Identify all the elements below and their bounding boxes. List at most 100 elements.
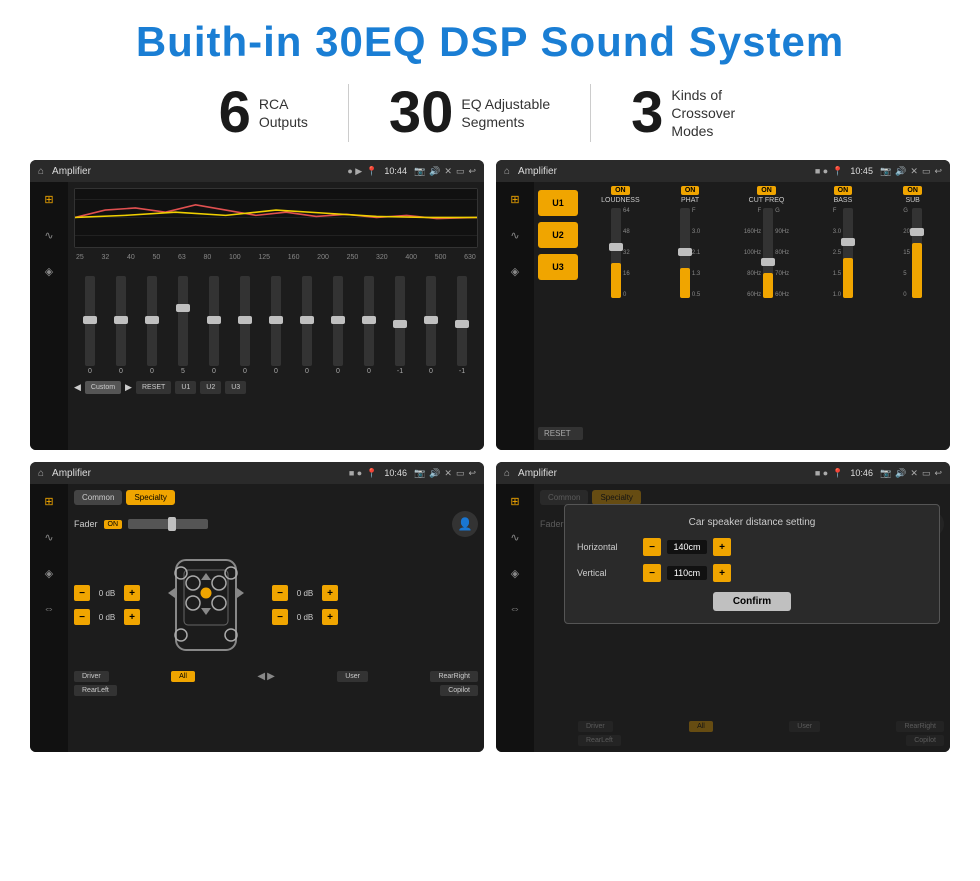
xover-sidebar-speaker-icon[interactable]: ◈ bbox=[504, 260, 526, 282]
fader-left-bot-plus[interactable]: + bbox=[124, 609, 140, 625]
eq-sidebar-eq-icon[interactable]: ⊞ bbox=[38, 188, 60, 210]
fader-rearleft-btn[interactable]: RearLeft bbox=[74, 685, 117, 696]
confirm-button[interactable]: Confirm bbox=[713, 592, 791, 611]
xover-u3-btn[interactable]: U3 bbox=[538, 254, 578, 280]
eq-u3-btn[interactable]: U3 bbox=[225, 381, 246, 394]
dist-bottom-bg: Driver All User RearRight RearLeft Copil… bbox=[572, 709, 950, 752]
eq-home-icon[interactable]: ⌂ bbox=[38, 166, 44, 177]
eq-u1-btn[interactable]: U1 bbox=[175, 381, 196, 394]
dist-sidebar-eq-icon[interactable]: ⊞ bbox=[504, 490, 526, 512]
fader-left-bot-minus[interactable]: − bbox=[74, 609, 90, 625]
xover-u2-btn[interactable]: U2 bbox=[538, 222, 578, 248]
fader-all-btn[interactable]: All bbox=[171, 671, 195, 682]
fader-sidebar-arrows-icon[interactable]: ⇔ bbox=[38, 598, 60, 620]
fader-left-top-minus[interactable]: − bbox=[74, 585, 90, 601]
dist-bg-user-btn: User bbox=[789, 721, 820, 732]
fader-sidebar: ⊞ ∿ ◈ ⇔ bbox=[30, 484, 68, 752]
fader-user-btn[interactable]: User bbox=[337, 671, 368, 682]
eq-back-icon[interactable]: ↩ bbox=[468, 166, 476, 177]
eq-slider-11[interactable]: -1 bbox=[395, 276, 405, 375]
dist-horizontal-plus[interactable]: + bbox=[713, 538, 731, 556]
xover-u1-btn[interactable]: U1 bbox=[538, 190, 578, 216]
fader-right-top-plus[interactable]: + bbox=[322, 585, 338, 601]
xover-sidebar-eq-icon[interactable]: ⊞ bbox=[504, 188, 526, 210]
fader-tab-specialty[interactable]: Specialty bbox=[126, 490, 174, 505]
dist-sidebar-speaker-icon[interactable]: ◈ bbox=[504, 562, 526, 584]
eq-slider-1[interactable]: 0 bbox=[85, 276, 95, 375]
eq-prev-btn[interactable]: ◀ bbox=[74, 382, 81, 393]
dist-sidebar-arrows-icon[interactable]: ⇔ bbox=[504, 598, 526, 620]
dist-vertical-minus[interactable]: − bbox=[643, 564, 661, 582]
eq-slider-3[interactable]: 0 bbox=[147, 276, 157, 375]
eq-slider-7[interactable]: 0 bbox=[271, 276, 281, 375]
eq-time: 10:44 bbox=[384, 166, 407, 176]
eq-reset-btn[interactable]: RESET bbox=[136, 381, 171, 394]
eq-slider-8[interactable]: 0 bbox=[302, 276, 312, 375]
dist-rect-icon: ▭ bbox=[922, 468, 931, 479]
xover-reset-btn[interactable]: RESET bbox=[538, 427, 583, 440]
fader-sidebar-wave-icon[interactable]: ∿ bbox=[38, 526, 60, 548]
dist-cam-icon: 📷 bbox=[880, 468, 891, 479]
xover-body: ⊞ ∿ ◈ U1 U2 U3 RESET bbox=[496, 182, 950, 450]
dist-vertical-plus[interactable]: + bbox=[713, 564, 731, 582]
fader-on-badge[interactable]: ON bbox=[104, 520, 123, 529]
xover-phat-on[interactable]: ON bbox=[681, 186, 700, 195]
xover-cutfreq-on[interactable]: ON bbox=[757, 186, 776, 195]
dist-horizontal-minus[interactable]: − bbox=[643, 538, 661, 556]
xover-home-icon[interactable]: ⌂ bbox=[504, 166, 510, 177]
dist-back-icon[interactable]: ↩ bbox=[934, 468, 942, 479]
xover-main: U1 U2 U3 RESET ON LOUDNESS bbox=[534, 182, 950, 450]
eq-slider-9[interactable]: 0 bbox=[333, 276, 343, 375]
fader-right-bot-plus[interactable]: + bbox=[322, 609, 338, 625]
eq-u2-btn[interactable]: U2 bbox=[200, 381, 221, 394]
eq-slider-2[interactable]: 0 bbox=[116, 276, 126, 375]
eq-dot-icon: ● ▶ bbox=[347, 166, 362, 177]
fader-back-icon[interactable]: ↩ bbox=[468, 468, 476, 479]
fader-slider[interactable] bbox=[128, 519, 208, 529]
stat-rca-number: 6 bbox=[219, 84, 251, 142]
eq-sidebar-speaker-icon[interactable]: ◈ bbox=[38, 260, 60, 282]
stat-eq-label: EQ AdjustableSegments bbox=[461, 95, 550, 131]
xover-x-icon: ✕ bbox=[910, 166, 918, 177]
fader-cam-icon: 📷 bbox=[414, 468, 425, 479]
fader-tab-common[interactable]: Common bbox=[74, 490, 122, 505]
eq-sidebar-wave-icon[interactable]: ∿ bbox=[38, 224, 60, 246]
fader-driver-btn[interactable]: Driver bbox=[74, 671, 109, 682]
fader-copilot-btn[interactable]: Copilot bbox=[440, 685, 478, 696]
xover-cutfreq-label: CUT FREQ bbox=[749, 197, 785, 204]
dist-home-icon[interactable]: ⌂ bbox=[504, 468, 510, 479]
fader-home-icon[interactable]: ⌂ bbox=[38, 468, 44, 479]
xover-bass-on[interactable]: ON bbox=[834, 186, 853, 195]
eq-slider-5[interactable]: 0 bbox=[209, 276, 219, 375]
fader-left-top-plus[interactable]: + bbox=[124, 585, 140, 601]
eq-vol-icon: 🔊 bbox=[429, 166, 440, 177]
dist-bg-tab-specialty: Specialty bbox=[592, 490, 640, 505]
fader-right-top-minus[interactable]: − bbox=[272, 585, 288, 601]
eq-slider-12[interactable]: 0 bbox=[426, 276, 436, 375]
eq-main: 253240 506380 100125160 200250320 400500… bbox=[68, 182, 484, 450]
eq-slider-13[interactable]: -1 bbox=[457, 276, 467, 375]
eq-slider-6[interactable]: 0 bbox=[240, 276, 250, 375]
eq-sidebar: ⊞ ∿ ◈ bbox=[30, 182, 68, 450]
xover-back-icon[interactable]: ↩ bbox=[934, 166, 942, 177]
xover-loudness-on[interactable]: ON bbox=[611, 186, 630, 195]
xover-sidebar-wave-icon[interactable]: ∿ bbox=[504, 224, 526, 246]
xover-sub-on[interactable]: ON bbox=[903, 186, 922, 195]
fader-x-icon: ✕ bbox=[444, 468, 452, 479]
dist-sidebar-wave-icon[interactable]: ∿ bbox=[504, 526, 526, 548]
dist-bg-driver-btn: Driver bbox=[578, 721, 613, 732]
eq-custom-btn[interactable]: Custom bbox=[85, 381, 121, 394]
eq-next-btn[interactable]: ▶ bbox=[125, 382, 132, 393]
fader-right-bot-minus[interactable]: − bbox=[272, 609, 288, 625]
distance-dialog: Car speaker distance setting Horizontal … bbox=[564, 504, 940, 624]
dist-vertical-value: 110cm bbox=[667, 566, 707, 580]
fader-profile-icon[interactable]: 👤 bbox=[452, 511, 478, 537]
fader-left-top-val: 0 dB bbox=[93, 589, 121, 598]
eq-slider-4[interactable]: 5 bbox=[178, 276, 188, 375]
eq-slider-10[interactable]: 0 bbox=[364, 276, 374, 375]
fader-sidebar-speaker-icon[interactable]: ◈ bbox=[38, 562, 60, 584]
fader-rearright-btn[interactable]: RearRight bbox=[430, 671, 478, 682]
eq-bottom-bar: ◀ Custom ▶ RESET U1 U2 U3 bbox=[68, 377, 484, 398]
fader-left-bot-val: 0 dB bbox=[93, 613, 121, 622]
fader-sidebar-eq-icon[interactable]: ⊞ bbox=[38, 490, 60, 512]
